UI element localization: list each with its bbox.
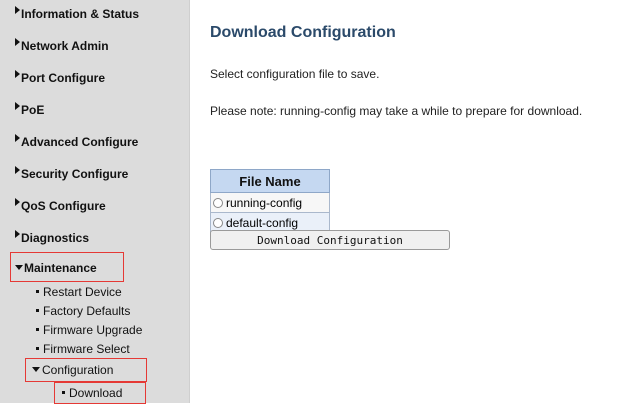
caret-right-icon [15,6,20,14]
sidebar-item-diagnostics[interactable]: Diagnostics [15,230,89,245]
caret-right-icon [15,166,20,174]
sidebar-item-label: Information & Status [21,7,140,21]
sidebar-item-label: Network Admin [21,39,109,53]
table-row: running-config [210,192,330,213]
sidebar-item-poe[interactable]: PoE [15,102,44,117]
highlight-box-configuration [25,358,147,382]
sidebar-subitem-firmware-upgrade[interactable]: Firmware Upgrade [36,323,142,337]
file-name-header: File Name [210,169,330,193]
radio-button[interactable] [213,217,223,228]
sidebar-item-advanced-configure[interactable]: Advanced Configure [15,134,138,149]
sidebar-item-label: Port Configure [21,71,105,85]
sidebar-subitem-label: Firmware Upgrade [43,323,143,337]
sidebar-subitem-restart-device[interactable]: Restart Device [36,285,122,299]
sidebar-item-label: Diagnostics [21,231,90,245]
sidebar-item-qos-configure[interactable]: QoS Configure [15,198,106,213]
bullet-icon [36,328,39,331]
file-option-label: running-config [226,195,303,210]
file-option-running-config[interactable]: running-config [210,192,330,213]
sidebar-item-security-configure[interactable]: Security Configure [15,166,128,181]
note-text: Please note: running-config may take a w… [210,104,583,118]
radio-button[interactable] [213,197,223,208]
bullet-icon [36,290,39,293]
highlight-box-download [54,382,146,404]
caret-right-icon [15,230,20,238]
highlight-box-maintenance [10,252,124,282]
file-name-table: File Name running-config default-config [210,169,330,233]
caret-right-icon [15,198,20,206]
sidebar-item-label: QoS Configure [21,199,106,213]
bullet-icon [36,347,39,350]
page-title: Download Configuration [210,24,396,41]
file-option-label: default-config [226,215,299,230]
sidebar-subitem-label: Firmware Select [43,342,130,356]
sidebar-subitem-firmware-select[interactable]: Firmware Select [36,342,130,356]
sidebar-subitem-factory-defaults[interactable]: Factory Defaults [36,304,130,318]
sidebar-item-label: Security Configure [21,167,129,181]
sidebar-item-label: PoE [21,103,45,117]
sidebar-item-port-configure[interactable]: Port Configure [15,70,105,85]
sidebar-subitem-label: Restart Device [43,285,122,299]
sidebar-item-label: Advanced Configure [21,135,139,149]
bullet-icon [36,309,39,312]
sidebar-item-network-admin[interactable]: Network Admin [15,38,109,53]
download-configuration-button[interactable]: Download Configuration [210,230,450,250]
caret-right-icon [15,70,20,78]
sidebar-item-information-status[interactable]: Information & Status [15,6,139,21]
caret-right-icon [15,38,20,46]
sidebar-nav: Information & Status Network Admin Port … [0,0,190,404]
sidebar-subitem-label: Factory Defaults [43,304,131,318]
caret-right-icon [15,102,20,110]
instruction-text: Select configuration file to save. [210,67,380,81]
caret-right-icon [15,134,20,142]
